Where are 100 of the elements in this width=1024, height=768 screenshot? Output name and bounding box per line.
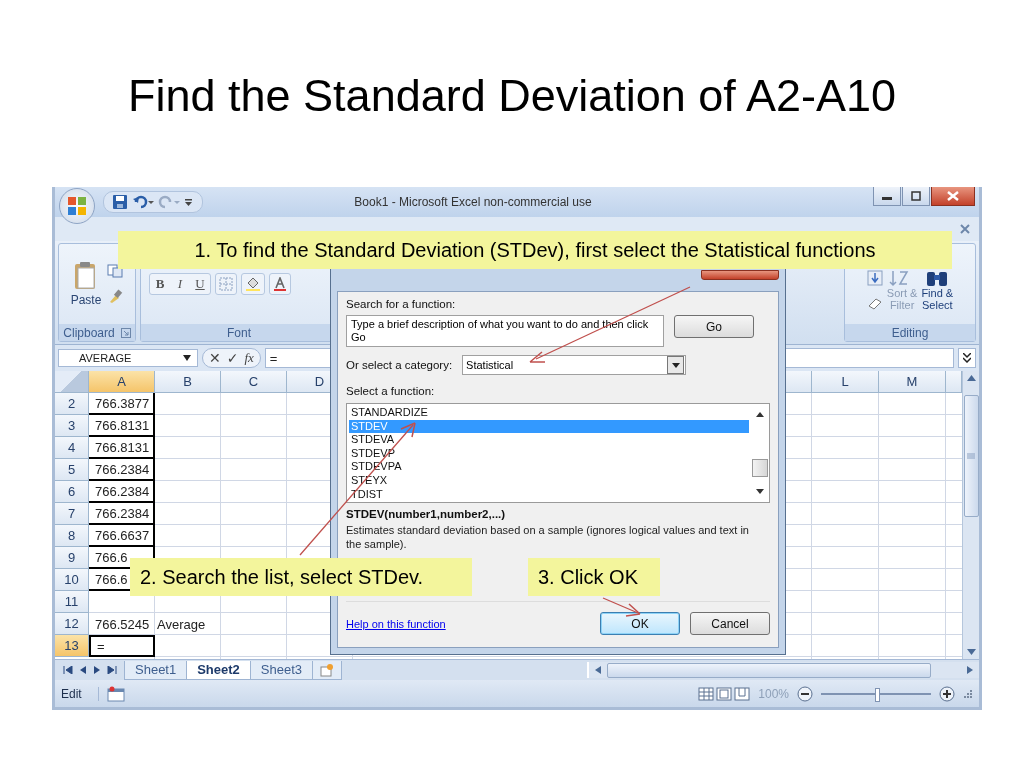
prev-sheet-icon[interactable]	[79, 666, 87, 674]
find-select-button[interactable]: Find & Select	[921, 269, 954, 311]
first-sheet-icon[interactable]	[63, 666, 73, 674]
enter-button[interactable]: ✓	[226, 350, 239, 366]
name-box[interactable]: AVERAGE	[58, 349, 198, 367]
column-header[interactable]: C	[221, 371, 287, 393]
row-header[interactable]: 9	[55, 547, 89, 569]
sheet-tab[interactable]: Sheet1	[124, 660, 188, 680]
font-color-button[interactable]	[269, 273, 291, 295]
row-header[interactable]: 13	[55, 635, 89, 657]
horizontal-scrollbar[interactable]	[587, 662, 979, 678]
vertical-scrollbar[interactable]	[962, 371, 979, 659]
sheet-tab[interactable]: Sheet2	[186, 660, 251, 680]
dialog-launcher-icon[interactable]	[120, 327, 131, 338]
fill-color-button[interactable]	[241, 273, 265, 295]
category-dropdown[interactable]: Statistical	[462, 355, 687, 375]
insert-sheet-tab[interactable]	[312, 660, 343, 680]
row-header[interactable]: 3	[55, 415, 89, 437]
row-header[interactable]: 12	[55, 613, 89, 635]
eraser-icon[interactable]	[866, 296, 883, 310]
window-title: Book1 - Microsoft Excel non-commercial use	[353, 195, 593, 209]
cancel-button[interactable]: Cancel	[690, 612, 770, 635]
office-button[interactable]	[59, 188, 95, 224]
table-cell: 766.2384	[89, 503, 155, 525]
scroll-up-icon	[756, 412, 764, 417]
table-cell-text: 766.5245	[94, 615, 151, 634]
row-header[interactable]: 11	[55, 591, 89, 613]
dropdown-caret-icon	[183, 355, 191, 361]
format-button[interactable]: B	[150, 276, 170, 292]
list-item[interactable]: STDEVA	[349, 433, 749, 447]
dropdown-caret-icon	[671, 362, 680, 368]
row-header[interactable]: 8	[55, 525, 89, 547]
insert-function-button[interactable]: fx	[244, 350, 254, 366]
paste-button[interactable]: Paste	[70, 261, 102, 307]
new-sheet-icon	[319, 662, 336, 677]
undo-icon[interactable]	[132, 194, 154, 210]
last-sheet-icon[interactable]	[107, 666, 117, 674]
scroll-down-icon	[756, 489, 764, 494]
function-description: Estimates standard deviation based on a sample (ignores logical values and text in the sample).	[346, 523, 750, 551]
slide-title: Find the Standard Deviation of A2-A10	[127, 69, 897, 123]
column-header[interactable]: B	[155, 371, 221, 393]
format-button[interactable]: I	[170, 276, 190, 292]
page-break-icon[interactable]	[734, 686, 751, 701]
table-cell: 766.8131	[89, 437, 155, 459]
group-label: Clipboard	[63, 325, 115, 340]
grip-icon	[967, 453, 975, 459]
minimize-button[interactable]	[873, 187, 901, 206]
row-header[interactable]: 2	[55, 393, 89, 415]
sheet-tab[interactable]: Sheet3	[249, 660, 314, 680]
copy-icon[interactable]	[107, 264, 124, 278]
status-mode: Edit	[61, 686, 99, 701]
zoom-level: 100%	[758, 686, 789, 701]
close-button[interactable]	[931, 187, 975, 206]
format-button[interactable]: U	[190, 276, 210, 292]
expand-button[interactable]	[958, 348, 976, 368]
double-caret-icon	[963, 353, 971, 363]
table-cell: =	[89, 635, 155, 657]
group-label: Font	[227, 325, 251, 340]
callout-note: 1. To find the Standard Deviation (STDev), first select the Statistical functions	[118, 231, 952, 269]
row-header[interactable]: 5	[55, 459, 89, 481]
row-header[interactable]: 10	[55, 569, 89, 591]
close-button[interactable]	[701, 270, 779, 280]
normal-view-icon[interactable]	[698, 686, 715, 701]
page-layout-icon[interactable]	[716, 686, 733, 701]
column-header[interactable]: L	[812, 371, 879, 393]
cancel-button[interactable]: ✕	[209, 350, 221, 366]
next-sheet-icon[interactable]	[93, 666, 101, 674]
pointer-arrow	[602, 597, 641, 617]
borders-icon	[219, 277, 233, 291]
fill-down-icon[interactable]	[866, 270, 883, 286]
group-label: Editing	[891, 325, 929, 340]
callout-note: 3. Click OK	[528, 558, 660, 596]
row-header[interactable]: 6	[55, 481, 89, 503]
office-logo-icon	[66, 195, 88, 217]
table-cell: 766.6637	[89, 525, 155, 547]
maximize-button[interactable]	[902, 187, 930, 206]
font-color-icon	[273, 277, 287, 291]
list-item[interactable]: STANDARDIZE	[349, 406, 749, 420]
column-header[interactable]: M	[879, 371, 946, 393]
macro-record-icon[interactable]	[106, 685, 125, 702]
scroll-thumb[interactable]	[752, 459, 768, 477]
brush-icon[interactable]	[107, 288, 124, 304]
table-cell: 766.3877	[89, 393, 155, 415]
slider-thumb[interactable]	[875, 687, 880, 702]
row-header[interactable]: 4	[55, 437, 89, 459]
restore-icon	[911, 191, 921, 201]
ok-button[interactable]: OK	[600, 612, 680, 635]
save-icon[interactable]	[112, 194, 128, 210]
scroll-up-icon	[966, 375, 976, 381]
zoom-in-icon[interactable]	[939, 685, 955, 702]
column-header[interactable]: A	[89, 371, 155, 393]
zoom-out-icon[interactable]	[797, 685, 813, 702]
go-button[interactable]: Go	[674, 315, 754, 338]
close-icon[interactable]	[959, 223, 971, 235]
scroll-thumb[interactable]	[607, 662, 931, 678]
table-cell-text: Average	[156, 615, 207, 634]
row-header[interactable]: 7	[55, 503, 89, 525]
scroll-thumb[interactable]	[963, 395, 979, 517]
help-link[interactable]: Help on this function	[346, 617, 446, 630]
scroll-down-icon	[966, 649, 976, 655]
